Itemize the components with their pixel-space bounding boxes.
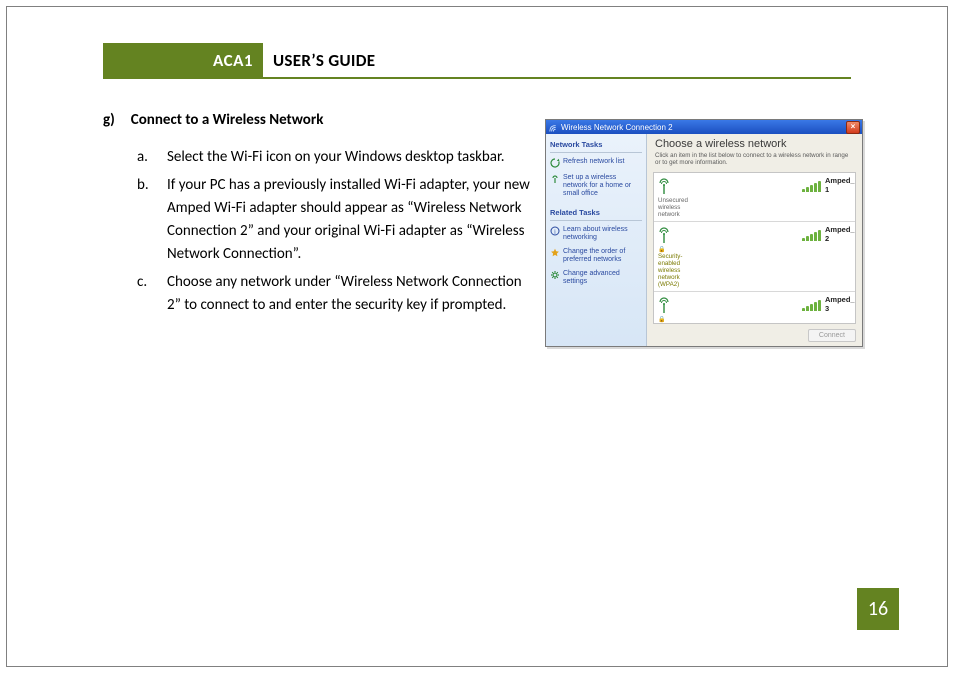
wifi-antenna-icon bbox=[658, 225, 670, 245]
network-security: Unsecured wireless network bbox=[658, 197, 672, 218]
dialog-footer: Connect bbox=[647, 324, 862, 346]
step-text: Select the Wi-Fi icon on your Windows de… bbox=[167, 146, 505, 169]
step-marker: b. bbox=[137, 174, 151, 267]
sidebar-link-refresh[interactable]: Refresh network list bbox=[550, 156, 642, 172]
sidebar-link-label: Refresh network list bbox=[563, 158, 624, 166]
sidebar-link-setup[interactable]: Set up a wireless network for a home or … bbox=[550, 172, 642, 202]
network-name: Amped_Network 2 bbox=[825, 225, 851, 243]
doc-content: g) Connect to a Wireless Network a. Sele… bbox=[103, 109, 533, 321]
page-number: 16 bbox=[857, 588, 899, 630]
star-icon bbox=[550, 248, 560, 258]
network-name: Amped_Network 1 bbox=[825, 176, 851, 194]
sidebar-link-order[interactable]: Change the order of preferred networks bbox=[550, 246, 642, 268]
doc-header-title: USER’S GUIDE bbox=[263, 43, 375, 77]
page-frame: ACA1 USER’S GUIDE g) Connect to a Wirele… bbox=[6, 6, 948, 667]
sidebar-link-label: Change the order of preferred networks bbox=[563, 248, 642, 264]
sidebar-link-label: Set up a wireless network for a home or … bbox=[563, 174, 642, 198]
network-item[interactable]: Amped_Network 2 🔒Security-enabled wirele… bbox=[654, 222, 855, 292]
network-security: 🔒Security-enabled wireless network (WPA2… bbox=[658, 246, 672, 288]
doc-header-code: ACA1 bbox=[103, 43, 263, 77]
dialog-title: Wireless Network Connection 2 bbox=[561, 123, 673, 132]
step-text: If your PC has a previously installed Wi… bbox=[167, 174, 533, 267]
step-item: a. Select the Wi-Fi icon on your Windows… bbox=[137, 146, 533, 169]
step-item: b. If your PC has a previously installed… bbox=[137, 174, 533, 267]
dialog-body: Network Tasks Refresh network list Set u… bbox=[546, 134, 862, 346]
step-item: c. Choose any network under “Wireless Ne… bbox=[137, 271, 533, 318]
dialog-titlebar: Wireless Network Connection 2 × bbox=[546, 120, 862, 134]
dialog-main-header: Choose a wireless network Click an item … bbox=[647, 134, 862, 172]
step-marker: c. bbox=[137, 271, 151, 318]
sidebar-heading-tasks: Network Tasks bbox=[550, 138, 642, 153]
dialog-main-subtitle: Click an item in the list below to conne… bbox=[655, 152, 854, 167]
sidebar-link-label: Change advanced settings bbox=[563, 270, 642, 286]
signal-bars-icon bbox=[802, 180, 821, 192]
dialog-sidebar: Network Tasks Refresh network list Set u… bbox=[546, 134, 647, 346]
section-title: Connect to a Wireless Network bbox=[131, 109, 324, 132]
wireless-dialog: Wireless Network Connection 2 × Network … bbox=[545, 119, 863, 347]
network-name: Amped_Network 3 bbox=[825, 295, 851, 313]
step-list: a. Select the Wi-Fi icon on your Windows… bbox=[137, 146, 533, 317]
signal-bars-icon bbox=[802, 299, 821, 311]
signal-bars-icon bbox=[802, 229, 821, 241]
network-security: 🔒Security-enabled wireless network (WPA2… bbox=[658, 316, 672, 324]
sidebar-heading-related: Related Tasks bbox=[550, 206, 642, 221]
info-icon: i bbox=[550, 226, 560, 236]
network-list: Amped_Network 1 Unsecured wireless netwo… bbox=[653, 172, 856, 324]
wifi-antenna-icon bbox=[658, 295, 670, 315]
step-marker: a. bbox=[137, 146, 151, 169]
sidebar-link-label: Learn about wireless networking bbox=[563, 226, 642, 242]
close-icon[interactable]: × bbox=[846, 121, 860, 134]
section-heading: g) Connect to a Wireless Network bbox=[103, 109, 533, 132]
antenna-icon bbox=[550, 174, 560, 184]
dialog-main: Choose a wireless network Click an item … bbox=[647, 134, 862, 346]
gear-icon bbox=[550, 270, 560, 280]
network-security-text: Security-enabled wireless network (WPA2) bbox=[658, 253, 682, 288]
connect-button[interactable]: Connect bbox=[808, 329, 856, 342]
doc-header: ACA1 USER’S GUIDE bbox=[103, 43, 851, 79]
wireless-icon bbox=[549, 123, 558, 132]
network-item[interactable]: Amped_Network 1 Unsecured wireless netwo… bbox=[654, 173, 855, 222]
refresh-icon bbox=[550, 158, 560, 168]
step-text: Choose any network under “Wireless Netwo… bbox=[167, 271, 533, 318]
sidebar-link-learn[interactable]: i Learn about wireless networking bbox=[550, 224, 642, 246]
wifi-antenna-icon bbox=[658, 176, 670, 196]
section-marker: g) bbox=[103, 109, 115, 132]
sidebar-link-advanced[interactable]: Change advanced settings bbox=[550, 268, 642, 290]
network-item[interactable]: Amped_Network 3 🔒Security-enabled wirele… bbox=[654, 292, 855, 324]
dialog-main-title: Choose a wireless network bbox=[655, 138, 854, 150]
